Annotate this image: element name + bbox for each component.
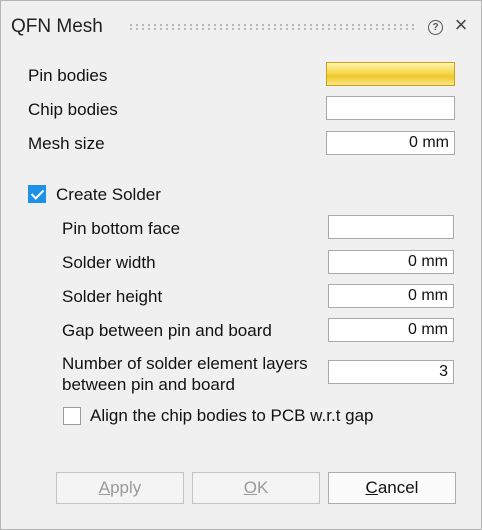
layers-label-line2: between pin and board (62, 375, 235, 394)
layers-label-line1: Number of solder element layers (62, 354, 308, 373)
title-bar[interactable]: QFN Mesh ? × (1, 1, 481, 47)
gap-label: Gap between pin and board (62, 321, 272, 340)
solder-width-field[interactable]: 0 mm (328, 250, 454, 274)
align-chip-checkbox[interactable] (63, 407, 81, 425)
pin-bottom-face-label: Pin bottom face (62, 219, 181, 238)
ok-mnemonic: O (243, 478, 257, 497)
apply-label: pply (110, 478, 142, 497)
pin-bodies-field[interactable] (326, 62, 455, 86)
mesh-size-label: Mesh size (28, 134, 105, 153)
drag-handle[interactable] (128, 23, 418, 31)
layers-field[interactable]: 3 (328, 360, 454, 384)
chip-bodies-label: Chip bodies (28, 100, 118, 119)
create-solder-label: Create Solder (56, 185, 161, 204)
help-icon[interactable]: ? (428, 20, 443, 35)
create-solder-checkbox[interactable] (28, 185, 46, 203)
ok-label: K (256, 478, 269, 497)
pin-bodies-label: Pin bodies (28, 66, 108, 85)
cancel-label: ancel (377, 478, 419, 497)
align-chip-label: Align the chip bodies to PCB w.r.t gap (90, 406, 374, 425)
mesh-size-field[interactable]: 0 mm (326, 131, 455, 155)
ok-button[interactable]: OK (192, 472, 320, 504)
cancel-button[interactable]: Cancel (328, 472, 456, 504)
dialog-title: QFN Mesh (11, 16, 103, 37)
cancel-mnemonic: C (365, 478, 378, 497)
gap-field[interactable]: 0 mm (328, 318, 454, 342)
apply-button[interactable]: Apply (56, 472, 184, 504)
close-icon[interactable]: × (451, 14, 471, 36)
solder-height-field[interactable]: 0 mm (328, 284, 454, 308)
solder-height-label: Solder height (62, 287, 163, 306)
qfn-mesh-dialog: QFN Mesh ? × Pin bodies Chip bodies Mesh… (0, 0, 482, 530)
apply-mnemonic: A (98, 478, 111, 497)
solder-width-label: Solder width (62, 253, 156, 272)
pin-bottom-face-field[interactable] (328, 215, 454, 239)
chip-bodies-field[interactable] (326, 96, 455, 120)
